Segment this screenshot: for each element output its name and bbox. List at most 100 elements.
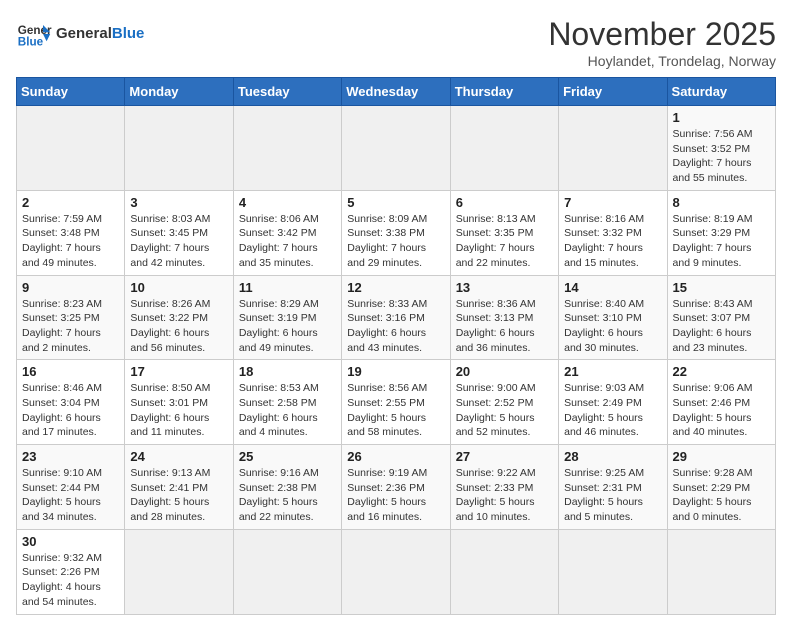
logo-icon: General Blue bbox=[16, 16, 52, 52]
day-number: 9 bbox=[22, 280, 119, 295]
day-number: 12 bbox=[347, 280, 444, 295]
day-info: Sunrise: 8:43 AMSunset: 3:07 PMDaylight:… bbox=[673, 297, 770, 356]
weekday-header-wednesday: Wednesday bbox=[342, 78, 450, 106]
day-number: 13 bbox=[456, 280, 553, 295]
day-number: 3 bbox=[130, 195, 227, 210]
header: General Blue GeneralBlue November 2025 H… bbox=[16, 16, 776, 69]
day-cell bbox=[342, 106, 450, 191]
calendar-body: 1Sunrise: 7:56 AMSunset: 3:52 PMDaylight… bbox=[17, 106, 776, 615]
day-cell: 21 Sunrise: 9:03 AMSunset: 2:49 PMDayligh… bbox=[559, 360, 667, 445]
day-number: 16 bbox=[22, 364, 119, 379]
day-cell: 23 Sunrise: 9:10 AMSunset: 2:44 PMDayligh… bbox=[17, 445, 125, 530]
day-info: Sunrise: 8:13 AMSunset: 3:35 PMDaylight:… bbox=[456, 212, 553, 271]
day-cell: 6Sunrise: 8:13 AMSunset: 3:35 PMDaylight… bbox=[450, 190, 558, 275]
day-info: Sunrise: 9:13 AMSunset: 2:41 PMDaylight:… bbox=[130, 466, 227, 525]
day-number: 8 bbox=[673, 195, 770, 210]
day-info: Sunrise: 8:16 AMSunset: 3:32 PMDaylight:… bbox=[564, 212, 661, 271]
day-cell: 25Sunrise: 9:16 AMSunset: 2:38 PMDayligh… bbox=[233, 445, 341, 530]
day-number: 17 bbox=[130, 364, 227, 379]
day-number: 24 bbox=[130, 449, 227, 464]
weekday-header-friday: Friday bbox=[559, 78, 667, 106]
day-number: 27 bbox=[456, 449, 553, 464]
day-info: Sunrise: 9:06 AMSunset: 2:46 PMDaylight:… bbox=[673, 381, 770, 440]
day-number: 20 bbox=[456, 364, 553, 379]
day-info: Sunrise: 9:28 AMSunset: 2:29 PMDaylight:… bbox=[673, 466, 770, 525]
day-info: Sunrise: 8:26 AMSunset: 3:22 PMDaylight:… bbox=[130, 297, 227, 356]
day-cell: 30 Sunrise: 9:32 AMSunset: 2:26 PMDayligh… bbox=[17, 529, 125, 614]
day-info: Sunrise: 8:06 AMSunset: 3:42 PMDaylight:… bbox=[239, 212, 336, 271]
day-info: Sunrise: 9:25 AMSunset: 2:31 PMDaylight:… bbox=[564, 466, 661, 525]
day-info: Sunrise: 8:40 AMSunset: 3:10 PMDaylight:… bbox=[564, 297, 661, 356]
day-cell: 18 Sunrise: 8:53 AMSunset: 2:58 PMDayligh… bbox=[233, 360, 341, 445]
weekday-header-row: SundayMondayTuesdayWednesdayThursdayFrid… bbox=[17, 78, 776, 106]
day-cell bbox=[233, 106, 341, 191]
day-number: 1 bbox=[673, 110, 770, 125]
day-cell: 20 Sunrise: 9:00 AMSunset: 2:52 PMDayligh… bbox=[450, 360, 558, 445]
day-info: Sunrise: 9:19 AMSunset: 2:36 PMDaylight:… bbox=[347, 466, 444, 525]
day-cell bbox=[125, 106, 233, 191]
day-number: 21 bbox=[564, 364, 661, 379]
day-cell bbox=[17, 106, 125, 191]
day-info: Sunrise: 8:09 AMSunset: 3:38 PMDaylight:… bbox=[347, 212, 444, 271]
day-number: 23 bbox=[22, 449, 119, 464]
day-info: Sunrise: 8:56 AMSunset: 2:55 PMDaylight:… bbox=[347, 381, 444, 440]
day-number: 30 bbox=[22, 534, 119, 549]
day-info: Sunrise: 8:19 AMSunset: 3:29 PMDaylight:… bbox=[673, 212, 770, 271]
day-cell bbox=[450, 106, 558, 191]
day-cell bbox=[233, 529, 341, 614]
day-number: 22 bbox=[673, 364, 770, 379]
day-cell: 14 Sunrise: 8:40 AMSunset: 3:10 PMDayligh… bbox=[559, 275, 667, 360]
day-info: Sunrise: 9:32 AMSunset: 2:26 PMDaylight:… bbox=[22, 551, 119, 610]
day-cell: 4 Sunrise: 8:06 AMSunset: 3:42 PMDaylight… bbox=[233, 190, 341, 275]
week-row-1: 1Sunrise: 7:56 AMSunset: 3:52 PMDaylight… bbox=[17, 106, 776, 191]
day-number: 19 bbox=[347, 364, 444, 379]
day-cell: 19 Sunrise: 8:56 AMSunset: 2:55 PMDayligh… bbox=[342, 360, 450, 445]
day-info: Sunrise: 8:53 AMSunset: 2:58 PMDaylight:… bbox=[239, 381, 336, 440]
day-number: 11 bbox=[239, 280, 336, 295]
day-number: 18 bbox=[239, 364, 336, 379]
day-cell: 8 Sunrise: 8:19 AMSunset: 3:29 PMDaylight… bbox=[667, 190, 775, 275]
day-cell: 29Sunrise: 9:28 AMSunset: 2:29 PMDayligh… bbox=[667, 445, 775, 530]
calendar-title: November 2025 bbox=[548, 16, 776, 53]
day-cell: 16Sunrise: 8:46 AMSunset: 3:04 PMDayligh… bbox=[17, 360, 125, 445]
day-info: Sunrise: 8:23 AMSunset: 3:25 PMDaylight:… bbox=[22, 297, 119, 356]
day-cell: 11 Sunrise: 8:29 AMSunset: 3:19 PMDayligh… bbox=[233, 275, 341, 360]
day-info: Sunrise: 9:22 AMSunset: 2:33 PMDaylight:… bbox=[456, 466, 553, 525]
week-row-3: 9 Sunrise: 8:23 AMSunset: 3:25 PMDaylight… bbox=[17, 275, 776, 360]
logo: General Blue GeneralBlue bbox=[16, 16, 144, 52]
week-row-6: 30 Sunrise: 9:32 AMSunset: 2:26 PMDayligh… bbox=[17, 529, 776, 614]
day-info: Sunrise: 9:10 AMSunset: 2:44 PMDaylight:… bbox=[22, 466, 119, 525]
day-number: 4 bbox=[239, 195, 336, 210]
day-info: Sunrise: 8:03 AMSunset: 3:45 PMDaylight:… bbox=[130, 212, 227, 271]
title-block: November 2025 Hoylandet, Trondelag, Norw… bbox=[548, 16, 776, 69]
calendar-table: SundayMondayTuesdayWednesdayThursdayFrid… bbox=[16, 77, 776, 615]
day-cell: 10Sunrise: 8:26 AMSunset: 3:22 PMDayligh… bbox=[125, 275, 233, 360]
week-row-5: 23 Sunrise: 9:10 AMSunset: 2:44 PMDayligh… bbox=[17, 445, 776, 530]
day-info: Sunrise: 8:29 AMSunset: 3:19 PMDaylight:… bbox=[239, 297, 336, 356]
day-cell: 3 Sunrise: 8:03 AMSunset: 3:45 PMDaylight… bbox=[125, 190, 233, 275]
day-cell: 27 Sunrise: 9:22 AMSunset: 2:33 PMDayligh… bbox=[450, 445, 558, 530]
day-number: 14 bbox=[564, 280, 661, 295]
day-info: Sunrise: 8:36 AMSunset: 3:13 PMDaylight:… bbox=[456, 297, 553, 356]
day-cell: 17 Sunrise: 8:50 AMSunset: 3:01 PMDayligh… bbox=[125, 360, 233, 445]
weekday-header-tuesday: Tuesday bbox=[233, 78, 341, 106]
day-info: Sunrise: 8:33 AMSunset: 3:16 PMDaylight:… bbox=[347, 297, 444, 356]
day-cell: 1Sunrise: 7:56 AMSunset: 3:52 PMDaylight… bbox=[667, 106, 775, 191]
day-cell: 7 Sunrise: 8:16 AMSunset: 3:32 PMDaylight… bbox=[559, 190, 667, 275]
day-number: 2 bbox=[22, 195, 119, 210]
day-cell bbox=[559, 106, 667, 191]
day-cell: 26Sunrise: 9:19 AMSunset: 2:36 PMDayligh… bbox=[342, 445, 450, 530]
day-number: 28 bbox=[564, 449, 661, 464]
day-cell: 22 Sunrise: 9:06 AMSunset: 2:46 PMDayligh… bbox=[667, 360, 775, 445]
day-cell: 24 Sunrise: 9:13 AMSunset: 2:41 PMDayligh… bbox=[125, 445, 233, 530]
svg-text:Blue: Blue bbox=[18, 36, 44, 49]
day-info: Sunrise: 9:16 AMSunset: 2:38 PMDaylight:… bbox=[239, 466, 336, 525]
weekday-header-sunday: Sunday bbox=[17, 78, 125, 106]
day-number: 7 bbox=[564, 195, 661, 210]
calendar-header: SundayMondayTuesdayWednesdayThursdayFrid… bbox=[17, 78, 776, 106]
day-info: Sunrise: 8:50 AMSunset: 3:01 PMDaylight:… bbox=[130, 381, 227, 440]
day-cell bbox=[559, 529, 667, 614]
day-info: Sunrise: 9:03 AMSunset: 2:49 PMDaylight:… bbox=[564, 381, 661, 440]
day-cell bbox=[450, 529, 558, 614]
day-info: Sunrise: 9:00 AMSunset: 2:52 PMDaylight:… bbox=[456, 381, 553, 440]
